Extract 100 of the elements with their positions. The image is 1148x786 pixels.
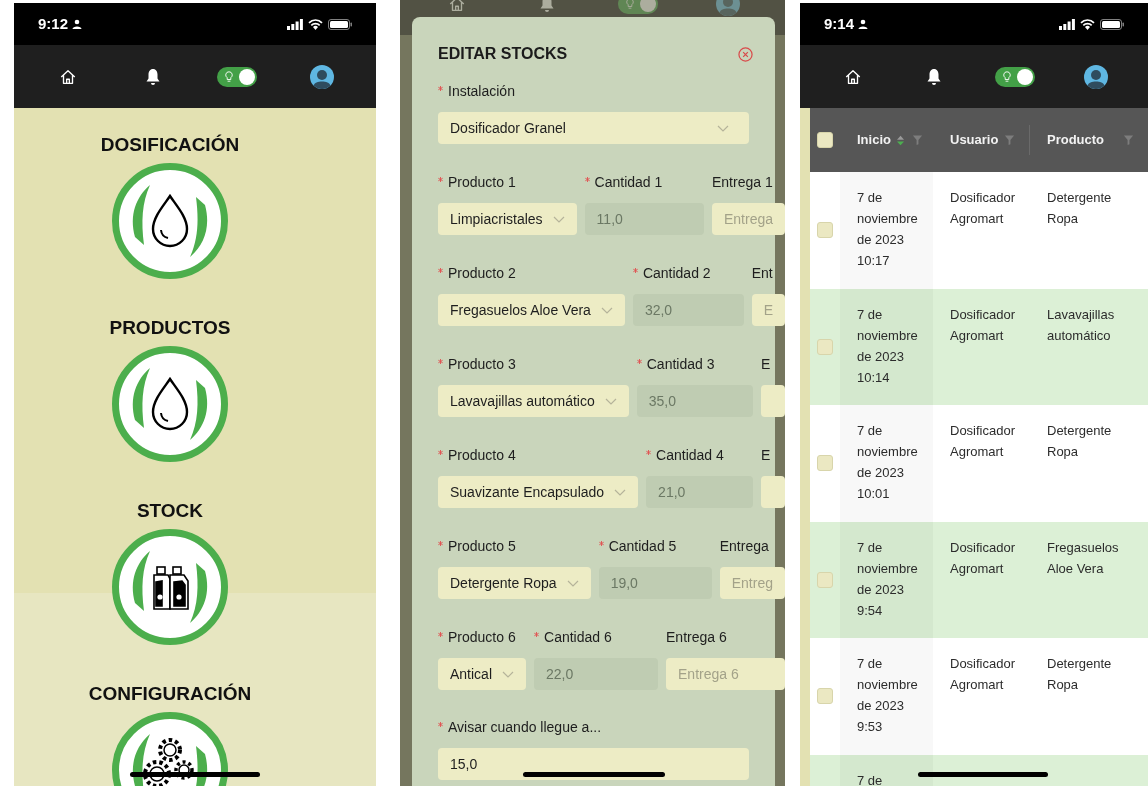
input-field[interactable]: 15,0 [438,748,749,780]
field-label: Cantidad 5 [608,536,677,556]
table-cell-text: Detergente Ropa [1047,655,1113,694]
checkbox[interactable] [817,688,833,705]
chevron-down-icon [614,488,627,496]
field-label: Entrega 6 [666,627,727,647]
checkbox[interactable] [817,455,833,472]
person-icon [858,19,869,29]
chevron-down-icon [552,215,565,223]
dropdown-field[interactable]: Limpiacristales [438,203,577,235]
section-title[interactable]: CONFIGURACIÓN [88,683,252,705]
checkbox[interactable] [817,571,833,588]
table-cell-text: 7 de noviembre de 2023 10:14 [857,305,919,387]
dropdown-field[interactable]: Detergente Ropa [438,567,591,599]
water-drop-icon [112,346,228,462]
field-label: Cantidad 6 [544,627,612,647]
dropdown-field[interactable]: Lavavajillas automático [438,385,629,417]
lightbulb-icon [225,70,234,83]
field-value: Fregasuelos Aloe Vera [450,300,591,320]
lightbulb-icon [1002,70,1011,83]
field-value: Lavavajillas automático [450,391,595,411]
status-time: 9:12 [38,13,69,34]
bell-icon[interactable] [925,67,942,86]
section-title[interactable]: DOSIFICACIÓN [100,134,240,156]
battery-icon [328,18,352,30]
chevron-down-icon [566,579,579,587]
field-label: Producto 6 [448,627,516,647]
table-cell-text: Detergente Ropa [1047,422,1113,461]
field-label: Cantidad 4 [656,445,724,465]
chevron-down-icon [604,397,617,405]
field-label: E [761,445,771,465]
field-label: Producto 1 [448,172,516,192]
field-label: Producto 5 [448,536,516,556]
signal-icon [287,18,303,30]
field-value: Antical [450,664,493,684]
wifi-icon [308,18,323,30]
field-label: Instalación [448,81,515,101]
theme-toggle[interactable] [617,0,658,14]
chevron-down-icon [600,306,613,314]
column-header[interactable]: Inicio [857,130,891,150]
field-value: Limpiacristales [450,209,543,229]
checkbox[interactable] [817,132,833,148]
field-label: Producto 3 [448,354,516,374]
chevron-down-icon [502,670,515,678]
table-cell-text: 7 de noviembre de 2023 9:54 [857,538,919,620]
checkbox[interactable] [817,222,833,239]
checkbox[interactable] [817,338,833,355]
water-drop-icon [112,163,228,279]
section-title[interactable]: STOCK [136,500,204,522]
table-cell-text: Fregasuelos Aloe Vera [1047,538,1120,578]
field-label: Avisar cuando llegue a... [448,717,602,737]
field-label: Producto 2 [448,263,516,283]
field-label: E [761,354,771,374]
dropdown-field[interactable]: Suavizante Encapsulado [438,476,639,508]
field-label: Cantidad 3 [646,354,715,374]
signal-icon [1059,18,1075,30]
field-value: Dosificador Granel [450,118,566,138]
column-header[interactable]: Producto [1047,130,1105,150]
input-field[interactable] [761,385,785,417]
table-cell-text: Dosificador Agromart [950,189,1017,228]
home-icon[interactable] [843,67,862,86]
field-label: Ent [751,263,773,283]
field-value: Detergente Ropa [450,573,557,593]
table-cell-text: Lavavajillas automático [1047,305,1116,345]
table-cell-text: Dosificador Agromart [950,422,1017,461]
bottles-icon [112,529,228,645]
section-title[interactable]: PRODUCTOS [109,317,231,339]
dropdown-field[interactable]: Antical [438,658,527,690]
filter-icon[interactable] [1123,134,1134,146]
status-time: 9:14 [824,13,855,34]
battery-icon [1100,18,1124,30]
filter-icon[interactable] [911,134,923,146]
dropdown-field[interactable]: Fregasuelos Aloe Vera [438,294,625,326]
field-value: Suavizante Encapsulado [450,482,605,502]
dropdown-field[interactable]: Dosificador Granel [438,112,749,144]
avatar-icon[interactable] [309,64,334,89]
input-field[interactable] [761,476,785,508]
column-header[interactable]: Usuario [950,130,999,150]
table-cell-text: 7 de noviembre de 2023 10:17 [857,189,919,270]
table-cell-text: Dosificador Agromart [950,305,1017,345]
wifi-icon [1080,18,1095,30]
field-label: Entrega 1 [711,172,773,192]
sort-icon[interactable] [896,134,904,146]
lightbulb-icon [625,0,634,10]
table-cell-text: 7 de [857,771,884,786]
filter-icon[interactable] [1004,134,1015,146]
table-cell-text: 7 de noviembre de 2023 10:01 [857,422,919,503]
close-icon[interactable] [738,46,753,62]
field-label: Entrega [719,536,769,556]
field-label: Producto 4 [448,445,516,465]
table-cell-text: Dosificador Agromart [950,655,1017,694]
theme-toggle[interactable] [217,66,258,87]
field-label: Cantidad 2 [642,263,711,283]
avatar-icon[interactable] [1083,64,1108,89]
person-icon [72,19,83,29]
table-cell-text: Detergente Ropa [1047,189,1113,228]
dialog-title: EDITAR STOCKS [438,44,568,64]
theme-toggle[interactable] [994,66,1035,87]
bell-icon[interactable] [144,67,161,86]
home-icon[interactable] [59,67,78,86]
